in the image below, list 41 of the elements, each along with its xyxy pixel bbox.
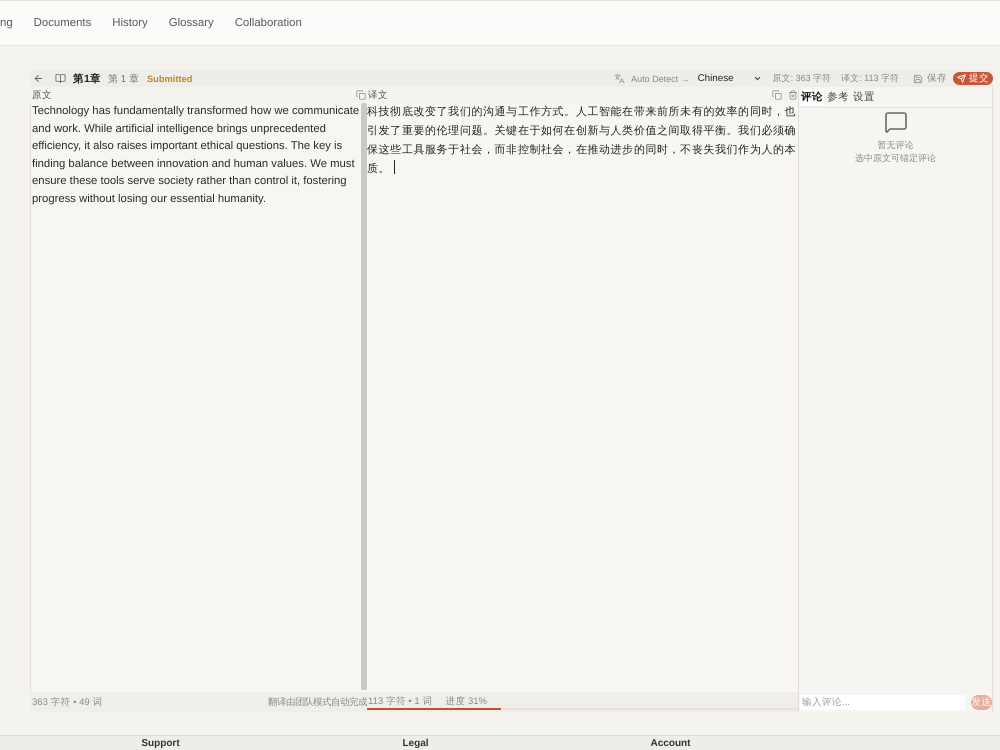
source-char-count: 原文: 363 字符: [772, 72, 832, 85]
panel-tab[interactable]: 设置: [852, 89, 876, 105]
comment-input[interactable]: 输入评论...: [800, 694, 966, 710]
copy-icon[interactable]: [356, 90, 366, 100]
progress-label: 进度 31%: [445, 695, 487, 708]
panel-tab[interactable]: 参考: [826, 89, 850, 105]
source-stats: 363 字符 • 49 词: [32, 696, 102, 708]
footer-heading: Account: [650, 738, 690, 748]
resize-handle[interactable]: [361, 103, 367, 690]
status-label: Submitted: [146, 74, 192, 84]
translation-stats: 113 字符 • 1 词: [368, 695, 432, 708]
submit-button[interactable]: 提交: [953, 72, 993, 85]
footer-heading: Support: [141, 738, 180, 748]
empty-hint: 选中原文可锚定评论: [855, 152, 936, 165]
translate-icon: [614, 73, 626, 84]
save-icon: [913, 74, 923, 84]
nav-link[interactable]: Collaboration: [234, 17, 302, 29]
source-text: Technology has fundamentally transformed how we communicate and work. While artificial intelligence brings unprecedented efficiency, it also raises important ethical questions. The key is finding balance between innovation and human values. We must ensure these tools serve society rather than control it, fostering progress without losing our essential humanity.: [31, 104, 360, 207]
comment-icon: [884, 110, 908, 134]
panel-title: 原文: [32, 88, 52, 102]
send-icon: [957, 74, 966, 83]
translation-note: 翻译由团队模式自动完成: [268, 696, 367, 708]
panel-title: 译文: [368, 88, 388, 102]
chevron-down-icon: [752, 74, 762, 83]
translation-text[interactable]: 科技彻底改变了我们的沟通与工作方式。人工智能在带来前所未有的效率的同时，也引发了重要的伦理问题。关键在于如何在创新与人类价值之间取得平衡。我们必须确保这些工具服务于社会，而非控制社会，在推动进步的同时，不丧失我们作为人的本质。: [367, 103, 798, 179]
trash-icon[interactable]: [788, 90, 798, 100]
target-char-count: 译文: 113 字符: [841, 72, 899, 85]
nav-link[interactable]: Documents: [34, 17, 92, 29]
back-arrow-icon[interactable]: [33, 73, 44, 84]
chapter-title: 第1章: [73, 72, 101, 86]
nav-link[interactable]: Glossary: [168, 17, 214, 29]
panel-tab[interactable]: 评论: [800, 89, 824, 105]
nav-link[interactable]: ng: [0, 17, 13, 29]
language-select[interactable]: Chinese: [698, 71, 762, 86]
empty-title: 暂无评论: [878, 139, 914, 152]
chapter-label: 第 1 章: [108, 72, 139, 86]
source-language: Auto Detect →: [631, 74, 690, 84]
book-icon[interactable]: [55, 73, 66, 84]
nav-link[interactable]: History: [112, 17, 148, 29]
copy-icon[interactable]: [772, 90, 782, 100]
footer-heading: Legal: [402, 738, 429, 748]
